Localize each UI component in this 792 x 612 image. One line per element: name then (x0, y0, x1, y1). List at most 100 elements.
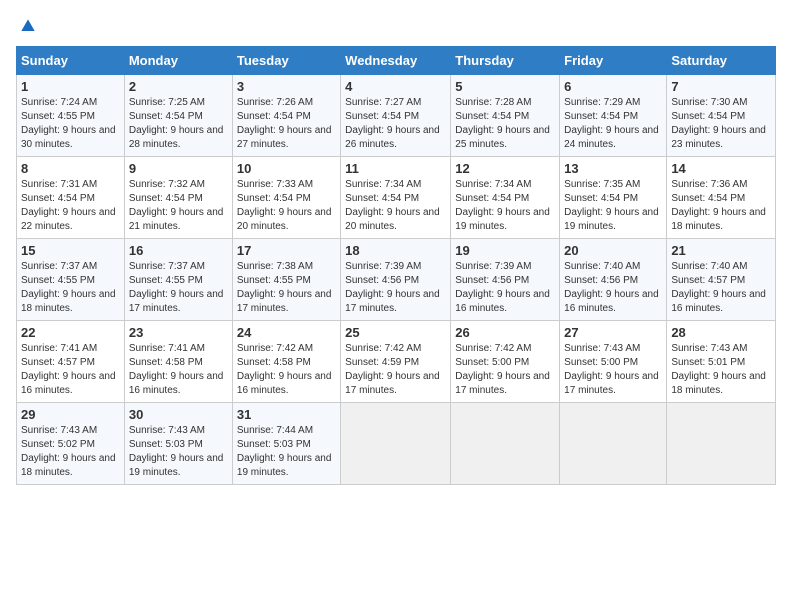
cell-info: Sunrise: 7:30 AMSunset: 4:54 PMDaylight:… (671, 96, 771, 152)
day-number: 13 (564, 161, 662, 176)
cell-info: Sunrise: 7:40 AMSunset: 4:56 PMDaylight:… (564, 260, 662, 316)
calendar-cell: 28 Sunrise: 7:43 AMSunset: 5:01 PMDayligh… (667, 321, 776, 403)
calendar-cell: 20Sunrise: 7:40 AMSunset: 4:56 PMDayligh… (560, 239, 667, 321)
cell-info: Sunrise: 7:24 AMSunset: 4:55 PMDaylight:… (21, 96, 120, 152)
calendar-table: SundayMondayTuesdayWednesdayThursdayFrid… (16, 46, 776, 485)
day-number: 7 (671, 79, 771, 94)
calendar-cell: 14Sunrise: 7:36 AMSunset: 4:54 PMDayligh… (667, 157, 776, 239)
cell-info: Sunrise: 7:29 AMSunset: 4:54 PMDaylight:… (564, 96, 662, 152)
cell-info: Sunrise: 7:43 AMSunset: 5:00 PMDaylight:… (564, 342, 662, 398)
day-number: 4 (345, 79, 446, 94)
calendar-cell: 24 Sunrise: 7:42 AMSunset: 4:58 PMDayligh… (232, 321, 340, 403)
cell-info: Sunrise: 7:25 AMSunset: 4:54 PMDaylight:… (129, 96, 228, 152)
cell-info: Sunrise: 7:31 AMSunset: 4:54 PMDaylight:… (21, 178, 120, 234)
page-header (16, 16, 776, 36)
calendar-week-row: 1Sunrise: 7:24 AMSunset: 4:55 PMDaylight… (17, 75, 776, 157)
day-number: 8 (21, 161, 120, 176)
cell-info: Sunrise: 7:43 AMSunset: 5:01 PMDaylight:… (671, 342, 771, 398)
cell-info: Sunrise: 7:41 AMSunset: 4:58 PMDaylight:… (129, 342, 228, 398)
calendar-cell: 29 Sunrise: 7:43 AMSunset: 5:02 PMDayligh… (17, 403, 125, 485)
day-number: 27 (564, 325, 662, 340)
day-number: 23 (129, 325, 228, 340)
cell-info: Sunrise: 7:27 AMSunset: 4:54 PMDaylight:… (345, 96, 446, 152)
cell-info: Sunrise: 7:43 AMSunset: 5:02 PMDaylight:… (21, 424, 120, 480)
day-number: 5 (455, 79, 555, 94)
cell-info: Sunrise: 7:35 AMSunset: 4:54 PMDaylight:… (564, 178, 662, 234)
cell-info: Sunrise: 7:32 AMSunset: 4:54 PMDaylight:… (129, 178, 228, 234)
calendar-cell: 17 Sunrise: 7:38 AMSunset: 4:55 PMDayligh… (232, 239, 340, 321)
day-number: 16 (129, 243, 228, 258)
day-number: 9 (129, 161, 228, 176)
day-header-wednesday: Wednesday (341, 47, 451, 75)
calendar-cell: 4 Sunrise: 7:27 AMSunset: 4:54 PMDaylight… (341, 75, 451, 157)
day-header-friday: Friday (560, 47, 667, 75)
calendar-cell: 9 Sunrise: 7:32 AMSunset: 4:54 PMDaylight… (124, 157, 232, 239)
day-number: 19 (455, 243, 555, 258)
day-number: 24 (237, 325, 336, 340)
day-number: 6 (564, 79, 662, 94)
calendar-week-row: 8 Sunrise: 7:31 AMSunset: 4:54 PMDaylight… (17, 157, 776, 239)
day-number: 17 (237, 243, 336, 258)
cell-info: Sunrise: 7:43 AMSunset: 5:03 PMDaylight:… (129, 424, 228, 480)
day-number: 3 (237, 79, 336, 94)
calendar-week-row: 15 Sunrise: 7:37 AMSunset: 4:55 PMDayligh… (17, 239, 776, 321)
calendar-cell: 8 Sunrise: 7:31 AMSunset: 4:54 PMDaylight… (17, 157, 125, 239)
calendar-week-row: 22 Sunrise: 7:41 AMSunset: 4:57 PMDayligh… (17, 321, 776, 403)
day-number: 25 (345, 325, 446, 340)
cell-info: Sunrise: 7:42 AMSunset: 4:59 PMDaylight:… (345, 342, 446, 398)
cell-info: Sunrise: 7:33 AMSunset: 4:54 PMDaylight:… (237, 178, 336, 234)
calendar-cell (341, 403, 451, 485)
calendar-cell: 1Sunrise: 7:24 AMSunset: 4:55 PMDaylight… (17, 75, 125, 157)
calendar-cell: 13 Sunrise: 7:35 AMSunset: 4:54 PMDayligh… (560, 157, 667, 239)
calendar-cell: 12 Sunrise: 7:34 AMSunset: 4:54 PMDayligh… (451, 157, 560, 239)
calendar-cell: 6 Sunrise: 7:29 AMSunset: 4:54 PMDaylight… (560, 75, 667, 157)
logo (16, 16, 38, 36)
calendar-cell: 31Sunrise: 7:44 AMSunset: 5:03 PMDayligh… (232, 403, 340, 485)
cell-info: Sunrise: 7:42 AMSunset: 5:00 PMDaylight:… (455, 342, 555, 398)
day-number: 18 (345, 243, 446, 258)
calendar-cell: 27 Sunrise: 7:43 AMSunset: 5:00 PMDayligh… (560, 321, 667, 403)
cell-info: Sunrise: 7:37 AMSunset: 4:55 PMDaylight:… (129, 260, 228, 316)
cell-info: Sunrise: 7:34 AMSunset: 4:54 PMDaylight:… (345, 178, 446, 234)
cell-info: Sunrise: 7:28 AMSunset: 4:54 PMDaylight:… (455, 96, 555, 152)
cell-info: Sunrise: 7:42 AMSunset: 4:58 PMDaylight:… (237, 342, 336, 398)
day-number: 28 (671, 325, 771, 340)
day-number: 12 (455, 161, 555, 176)
day-header-tuesday: Tuesday (232, 47, 340, 75)
calendar-cell: 23 Sunrise: 7:41 AMSunset: 4:58 PMDayligh… (124, 321, 232, 403)
calendar-cell: 11 Sunrise: 7:34 AMSunset: 4:54 PMDayligh… (341, 157, 451, 239)
day-number: 22 (21, 325, 120, 340)
calendar-cell: 26Sunrise: 7:42 AMSunset: 5:00 PMDayligh… (451, 321, 560, 403)
cell-info: Sunrise: 7:41 AMSunset: 4:57 PMDaylight:… (21, 342, 120, 398)
calendar-cell (560, 403, 667, 485)
calendar-cell: 2Sunrise: 7:25 AMSunset: 4:54 PMDaylight… (124, 75, 232, 157)
day-number: 31 (237, 407, 336, 422)
day-number: 29 (21, 407, 120, 422)
day-header-sunday: Sunday (17, 47, 125, 75)
day-number: 30 (129, 407, 228, 422)
day-header-monday: Monday (124, 47, 232, 75)
cell-info: Sunrise: 7:40 AMSunset: 4:57 PMDaylight:… (671, 260, 771, 316)
calendar-cell: 18 Sunrise: 7:39 AMSunset: 4:56 PMDayligh… (341, 239, 451, 321)
cell-info: Sunrise: 7:34 AMSunset: 4:54 PMDaylight:… (455, 178, 555, 234)
calendar-cell: 5 Sunrise: 7:28 AMSunset: 4:54 PMDaylight… (451, 75, 560, 157)
calendar-cell: 3 Sunrise: 7:26 AMSunset: 4:54 PMDaylight… (232, 75, 340, 157)
calendar-cell: 16 Sunrise: 7:37 AMSunset: 4:55 PMDayligh… (124, 239, 232, 321)
calendar-cell: 15Sunrise: 7:37 AMSunset: 4:55 PMDayligh… (17, 239, 125, 321)
calendar-cell: 21Sunrise: 7:40 AMSunset: 4:57 PMDayligh… (667, 239, 776, 321)
cell-info: Sunrise: 7:38 AMSunset: 4:55 PMDaylight:… (237, 260, 336, 316)
calendar-cell (451, 403, 560, 485)
calendar-cell: 22 Sunrise: 7:41 AMSunset: 4:57 PMDayligh… (17, 321, 125, 403)
cell-info: Sunrise: 7:26 AMSunset: 4:54 PMDaylight:… (237, 96, 336, 152)
day-number: 15 (21, 243, 120, 258)
calendar-cell: 30 Sunrise: 7:43 AMSunset: 5:03 PMDayligh… (124, 403, 232, 485)
calendar-cell (667, 403, 776, 485)
day-number: 11 (345, 161, 446, 176)
cell-info: Sunrise: 7:39 AMSunset: 4:56 PMDaylight:… (345, 260, 446, 316)
day-header-saturday: Saturday (667, 47, 776, 75)
cell-info: Sunrise: 7:36 AMSunset: 4:54 PMDaylight:… (671, 178, 771, 234)
day-number: 10 (237, 161, 336, 176)
cell-info: Sunrise: 7:39 AMSunset: 4:56 PMDaylight:… (455, 260, 555, 316)
calendar-cell: 10 Sunrise: 7:33 AMSunset: 4:54 PMDayligh… (232, 157, 340, 239)
logo-icon (18, 16, 38, 36)
